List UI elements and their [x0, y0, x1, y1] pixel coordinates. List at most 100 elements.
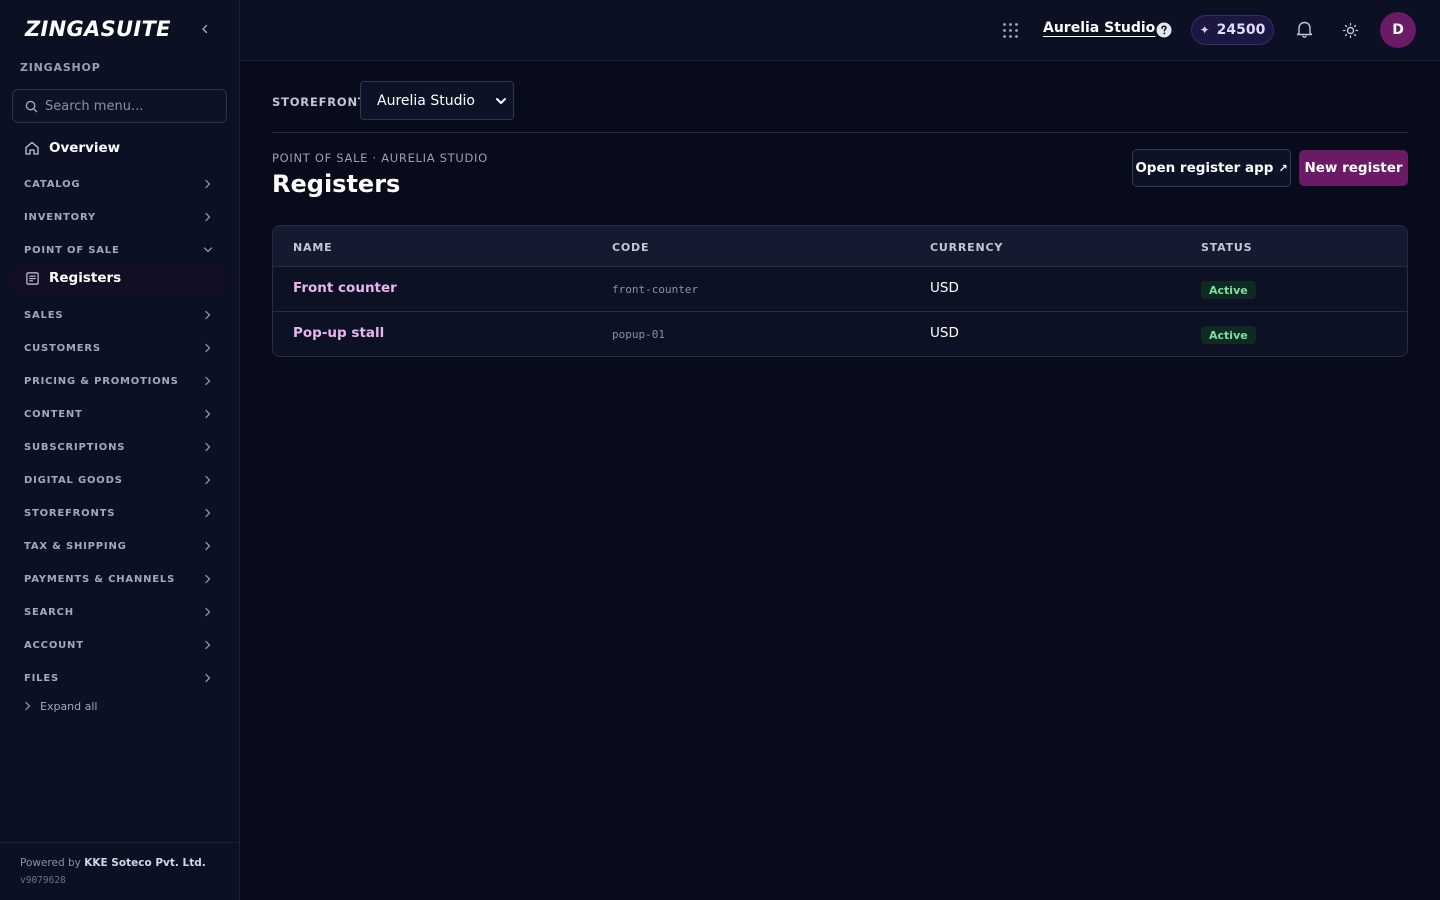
chevron-right-icon	[205, 574, 211, 584]
menu-search	[12, 89, 227, 123]
current-studio-link[interactable]: Aurelia Studio	[1043, 20, 1155, 36]
powered-by: Powered by KKE Soteco Pvt. Ltd.	[20, 857, 206, 869]
sidebar-section-payments-channels[interactable]: PAYMENTS & CHANNELS	[12, 566, 227, 592]
chevron-right-icon	[205, 541, 211, 551]
section-label: CONTENT	[24, 408, 83, 420]
register-currency: USD	[930, 325, 959, 341]
table-header: NAME CODE CURRENCY STATUS	[273, 226, 1407, 267]
storefront-select[interactable]: Aurelia Studio	[360, 81, 514, 120]
sidebar-item-overview[interactable]: Overview	[12, 133, 227, 163]
sidebar-section-account[interactable]: ACCOUNT	[12, 632, 227, 658]
open-register-app-button[interactable]: Open register app ↗	[1132, 149, 1291, 187]
sidebar-section-subscriptions[interactable]: SUBSCRIPTIONS	[12, 434, 227, 460]
expand-all-label: Expand all	[40, 699, 98, 713]
powered-prefix: Powered by	[20, 857, 81, 869]
chevron-down-icon	[496, 97, 506, 104]
sidebar-section-inventory[interactable]: INVENTORY	[12, 204, 227, 230]
help-icon	[1156, 22, 1172, 38]
brand-logo[interactable]: ZINGASUITE	[25, 17, 171, 41]
storefront-selected-value: Aurelia Studio	[377, 92, 475, 109]
grid-dots-icon	[1002, 22, 1018, 38]
register-code: popup-01	[612, 328, 665, 341]
register-name-link[interactable]: Front counter	[293, 280, 397, 296]
chevron-right-icon	[205, 475, 211, 485]
sparkle-icon: ✦	[1199, 23, 1210, 37]
chevron-right-icon	[205, 673, 211, 683]
org-name: ZINGASHOP	[20, 61, 101, 74]
register-code: front-counter	[612, 283, 699, 296]
section-label: DIGITAL GOODS	[24, 474, 123, 486]
sidebar-item-registers[interactable]: Registers	[12, 263, 227, 293]
credits-badge[interactable]: ✦ 24500	[1191, 15, 1274, 45]
sidebar-section-pricing-promotions[interactable]: PRICING & PROMOTIONS	[12, 368, 227, 394]
breadcrumb: POINT OF SALE · AURELIA STUDIO	[272, 151, 488, 165]
table-row[interactable]: Front counter front-counter USD Active	[273, 267, 1407, 312]
sun-icon	[1342, 22, 1358, 38]
powered-company: KKE Soteco Pvt. Ltd.	[84, 857, 206, 869]
sidebar-footer: Powered by KKE Soteco Pvt. Ltd. v9079628	[0, 842, 239, 900]
sidebar-section-files[interactable]: FILES	[12, 665, 227, 691]
chevron-left-icon	[202, 24, 208, 34]
sidebar-section-content[interactable]: CONTENT	[12, 401, 227, 427]
registers-table: NAME CODE CURRENCY STATUS Front counter …	[272, 225, 1408, 357]
credits-count: 24500	[1216, 22, 1266, 38]
home-icon	[25, 141, 39, 155]
chevron-right-icon	[205, 179, 211, 189]
storefront-label: STOREFRONT	[272, 95, 367, 109]
search-icon	[25, 100, 38, 112]
app-version: v9079628	[20, 875, 66, 886]
user-avatar[interactable]: D	[1380, 12, 1416, 48]
sidebar-item-label: Overview	[49, 140, 121, 156]
register-name-link[interactable]: Pop-up stall	[293, 325, 384, 341]
sidebar-section-search[interactable]: SEARCH	[12, 599, 227, 625]
help-button[interactable]	[1155, 21, 1173, 39]
section-label: SALES	[24, 309, 64, 321]
search-input[interactable]	[45, 98, 215, 114]
chevron-right-icon	[205, 212, 211, 222]
register-currency: USD	[930, 280, 959, 296]
register-icon	[26, 271, 39, 285]
section-label: TAX & SHIPPING	[24, 540, 127, 552]
status-badge: Active	[1201, 281, 1256, 299]
section-label: SEARCH	[24, 606, 74, 618]
section-label: POINT OF SALE	[24, 244, 120, 256]
section-label: SUBSCRIPTIONS	[24, 441, 126, 453]
sidebar: ZINGASUITE ZINGASHOP Overview CATALOG IN…	[0, 0, 240, 900]
sidebar-section-sales[interactable]: SALES	[12, 302, 227, 328]
section-label: FILES	[24, 672, 59, 684]
external-link-icon: ↗	[1278, 161, 1288, 175]
sidebar-section-catalog[interactable]: CATALOG	[12, 171, 227, 197]
page-title: Registers	[272, 170, 401, 198]
section-label: STOREFRONTS	[24, 507, 116, 519]
column-header-currency[interactable]: CURRENCY	[930, 241, 1003, 254]
section-label: ACCOUNT	[24, 639, 84, 651]
chevron-right-icon	[205, 376, 211, 386]
section-divider	[272, 132, 1408, 133]
theme-toggle-button[interactable]	[1341, 21, 1359, 39]
status-badge: Active	[1201, 326, 1256, 344]
apps-launcher-button[interactable]	[1000, 20, 1020, 40]
chevron-right-icon	[205, 310, 211, 320]
column-header-status[interactable]: STATUS	[1201, 241, 1252, 254]
sidebar-section-digital-goods[interactable]: DIGITAL GOODS	[12, 467, 227, 493]
sidebar-header: ZINGASUITE	[0, 0, 240, 60]
table-row[interactable]: Pop-up stall popup-01 USD Active	[273, 312, 1407, 356]
column-header-name[interactable]: NAME	[293, 241, 332, 254]
sidebar-section-storefronts[interactable]: STOREFRONTS	[12, 500, 227, 526]
chevron-right-icon	[205, 442, 211, 452]
section-label: PRICING & PROMOTIONS	[24, 375, 179, 387]
new-register-button[interactable]: New register	[1299, 150, 1408, 186]
chevron-right-icon	[205, 409, 211, 419]
sidebar-section-customers[interactable]: CUSTOMERS	[12, 335, 227, 361]
expand-all-button[interactable]: Expand all	[24, 698, 98, 714]
notifications-button[interactable]	[1294, 19, 1314, 39]
collapse-sidebar-button[interactable]	[196, 20, 214, 38]
sidebar-section-point-of-sale[interactable]: POINT OF SALE	[12, 237, 227, 263]
column-header-code[interactable]: CODE	[612, 241, 649, 254]
chevron-right-icon	[205, 343, 211, 353]
chevron-down-icon	[203, 247, 213, 253]
chevron-right-icon	[205, 508, 211, 518]
section-label: CUSTOMERS	[24, 342, 101, 354]
sidebar-section-tax-shipping[interactable]: TAX & SHIPPING	[12, 533, 227, 559]
sidebar-item-label: Registers	[49, 270, 122, 286]
